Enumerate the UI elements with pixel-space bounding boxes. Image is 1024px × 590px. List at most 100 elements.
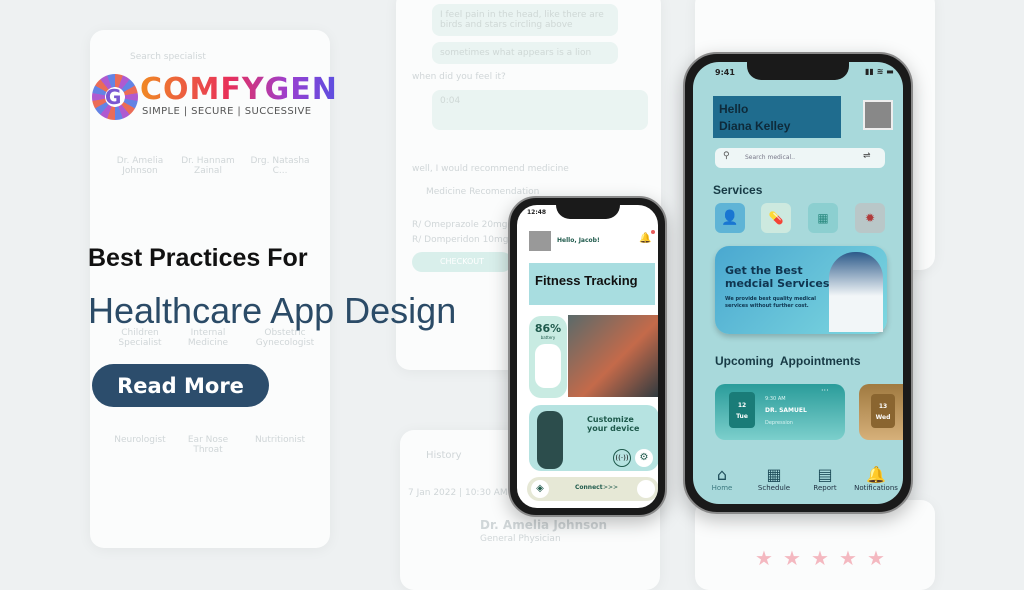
search-placeholder: Search medical..	[745, 154, 795, 161]
star-icon: ★	[811, 546, 829, 570]
nav-label: Notifications	[854, 484, 898, 492]
doctor-photo	[829, 252, 883, 332]
nav-label: Schedule	[757, 484, 791, 492]
more-icon[interactable]: ···	[821, 386, 829, 395]
bg-history-role: General Physician	[480, 534, 561, 544]
profile-avatar[interactable]	[863, 100, 893, 130]
appointment-time: 9:30 AM	[765, 396, 786, 402]
bg-history-doctor: Dr. Amelia Johnson	[480, 518, 608, 532]
brand-name: COMFYGEN	[140, 72, 338, 107]
appointment-card[interactable]: 13 Wed	[859, 384, 903, 440]
pills-service-icon[interactable]: 💊	[761, 203, 791, 233]
avatar[interactable]	[529, 231, 551, 251]
bg-specialty: Neurologist	[114, 435, 166, 445]
bg-doctor: Drg. Natasha C...	[250, 156, 310, 176]
battery-icon	[535, 344, 561, 388]
target-icon	[637, 480, 655, 498]
bg-chat-msg: when did you feel it?	[412, 72, 506, 82]
bg-specialty: Nutritionist	[254, 435, 306, 445]
settings-icon[interactable]: ⚙	[635, 449, 653, 467]
fitness-title-card: Fitness Tracking	[529, 263, 655, 305]
medical-screen: 9:41 ▮▮ ≋ ▬ Hello Diana Kelley ⚲ Search …	[693, 62, 903, 504]
appointments-title: Upcoming Appointments	[715, 354, 861, 368]
connect-arrows: >>>	[603, 484, 619, 491]
notification-dot	[651, 230, 655, 234]
day: 13	[878, 403, 888, 410]
nav-home[interactable]: ⌂ Home	[697, 465, 747, 493]
day: 12	[737, 402, 747, 409]
bg-doctor: Dr. Amelia Johnson	[116, 156, 164, 176]
virus-service-icon[interactable]: ✹	[855, 203, 885, 233]
clipboard-icon: ▤	[817, 465, 833, 484]
status-time: 9:41	[715, 68, 735, 77]
nav-label: Home	[711, 484, 733, 492]
phone-notch	[555, 205, 620, 219]
bg-chat-msg: sometimes what appears is a lion	[432, 42, 618, 64]
signal-battery-icon: ▮▮ ≋ ▬	[865, 67, 894, 76]
bg-voice-msg: 0:04	[432, 90, 648, 130]
voice-time: 0:04	[440, 96, 461, 106]
bg-doctor: Dr. Hannam Zainal	[181, 156, 235, 176]
bg-specialty: Ear Nose Throat	[187, 435, 229, 455]
appointment-reason: Depression	[765, 420, 793, 426]
services-title: Services	[713, 183, 763, 197]
greeting: Hello, Jacob!	[557, 237, 600, 244]
customize-label: Customize your device	[587, 415, 640, 433]
workout-photo	[568, 315, 658, 397]
battery-label: battery	[540, 335, 556, 340]
calendar-icon: ▦	[766, 465, 782, 484]
medical-phone-mockup: 9:41 ▮▮ ≋ ▬ Hello Diana Kelley ⚲ Search …	[683, 52, 913, 514]
star-icon: ★	[783, 546, 801, 570]
comfygen-logo[interactable]: G COMFYGEN SIMPLE | SECURE | SUCCESSIVE	[92, 72, 337, 122]
bg-chat-msg: well, I would recommend medicine	[412, 164, 569, 174]
promo-banner[interactable]: Get the Best medcial Services We provide…	[715, 246, 887, 334]
search-icon: ⚲	[723, 151, 730, 161]
star-icon: ★	[839, 546, 857, 570]
star-icon: ★	[867, 546, 885, 570]
doctor-service-icon[interactable]: 👤	[715, 203, 745, 233]
fitness-band-image	[537, 411, 563, 469]
fitness-phone-mockup: 12:48 Hello, Jacob! 🔔 Fitness Tracking 8…	[508, 196, 667, 517]
bg-history-date: 7 Jan 2022 | 10:30 AM	[408, 488, 508, 498]
filter-icon[interactable]: ⇌	[863, 151, 871, 161]
phone-notch	[747, 62, 849, 80]
weekday: Tue	[736, 413, 748, 420]
star-icon: ★	[755, 546, 773, 570]
records-service-icon[interactable]: ▦	[808, 203, 838, 233]
appointment-date: 13 Wed	[871, 394, 895, 428]
bg-rx: R/ Domperidon 10mg 1x	[412, 235, 523, 245]
status-time: 12:48	[527, 209, 547, 216]
bg-history-title: History	[426, 450, 462, 461]
search-bar[interactable]: ⚲ Search medical.. ⇌	[715, 148, 885, 168]
bg-rec-title: Medicine Recomendation	[426, 187, 540, 197]
appointment-card[interactable]: 12 Tue 9:30 AM DR. SAMUEL Depression ···	[715, 384, 845, 440]
bg-search: Search specialist	[130, 52, 206, 62]
read-more-button[interactable]: Read More	[92, 364, 269, 407]
appointment-doctor: DR. SAMUEL	[765, 407, 807, 414]
bluetooth-icon[interactable]: ((·))	[613, 449, 631, 467]
hero-subtitle: Best Practices For	[88, 244, 308, 272]
hero-title: Healthcare App Design	[88, 290, 457, 331]
logo-letter: G	[105, 85, 122, 109]
brand-tagline: SIMPLE | SECURE | SUCCESSIVE	[142, 106, 312, 117]
device-icon: ◈	[531, 480, 549, 498]
bg-checkout-button: CHECKOUT	[412, 252, 512, 272]
bell-icon: 🔔	[866, 465, 886, 484]
greeting-card: Hello Diana Kelley	[713, 96, 841, 138]
bg-rx: R/ Omeprazole 20mg 1x	[412, 220, 522, 230]
banner-title: Get the Best medcial Services	[725, 264, 830, 290]
home-icon: ⌂	[716, 465, 728, 484]
weekday: Wed	[875, 414, 891, 421]
nav-label: Report	[813, 484, 837, 492]
fitness-screen: 12:48 Hello, Jacob! 🔔 Fitness Tracking 8…	[517, 205, 658, 508]
nav-notifications[interactable]: 🔔 Notifications	[851, 465, 901, 493]
appointment-date: 12 Tue	[729, 392, 755, 428]
nav-report[interactable]: ▤ Report	[800, 465, 850, 493]
connect-bar[interactable]: ◈ Connect >>>	[527, 477, 658, 501]
nav-schedule[interactable]: ▦ Schedule	[749, 465, 799, 493]
bg-chat-msg: I feel pain in the head, like there are …	[432, 4, 618, 36]
battery-card: 86% battery	[529, 316, 567, 398]
connect-label: Connect	[575, 484, 603, 491]
bell-icon[interactable]: 🔔	[639, 233, 651, 244]
customize-card[interactable]: Customize your device ((·)) ⚙	[529, 405, 658, 471]
